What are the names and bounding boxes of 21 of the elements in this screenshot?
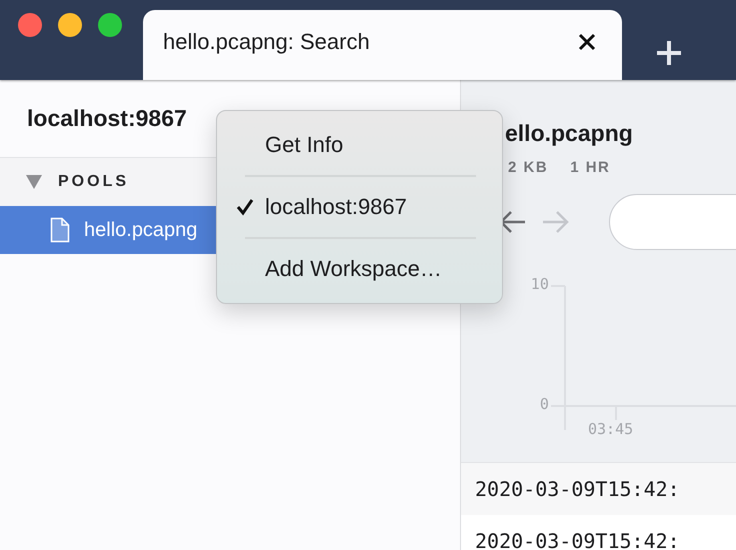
x-axis-label: 03:45 bbox=[588, 420, 634, 438]
event-timestamp: 2020-03-09T15:42: bbox=[461, 515, 736, 550]
section-label: POOLS bbox=[58, 173, 130, 191]
close-tab-icon[interactable] bbox=[578, 33, 596, 51]
minimize-window-icon[interactable] bbox=[58, 12, 82, 36]
event-timestamp: 2020-03-09T15:42: bbox=[461, 462, 736, 515]
checkmark-icon bbox=[236, 198, 254, 216]
menu-item[interactable]: localhost:9867 bbox=[217, 177, 502, 237]
disclosure-triangle-icon[interactable] bbox=[26, 175, 42, 189]
y-axis-label: 10 bbox=[530, 275, 549, 293]
new-tab-icon[interactable] bbox=[656, 40, 682, 66]
pool-title: ello.pcapng bbox=[505, 120, 634, 147]
menu-item[interactable]: Add Workspace… bbox=[217, 239, 502, 299]
tab[interactable]: hello.pcapng: Search bbox=[143, 10, 622, 80]
pool-stat: 2 KB bbox=[508, 159, 548, 176]
y-axis-label: 0 bbox=[540, 395, 549, 413]
close-window-icon[interactable] bbox=[18, 12, 42, 36]
document-icon bbox=[50, 217, 70, 243]
zoom-window-icon[interactable] bbox=[98, 12, 122, 36]
pool-stat: 1 HR bbox=[570, 159, 610, 176]
tab-title: hello.pcapng: Search bbox=[163, 29, 370, 55]
